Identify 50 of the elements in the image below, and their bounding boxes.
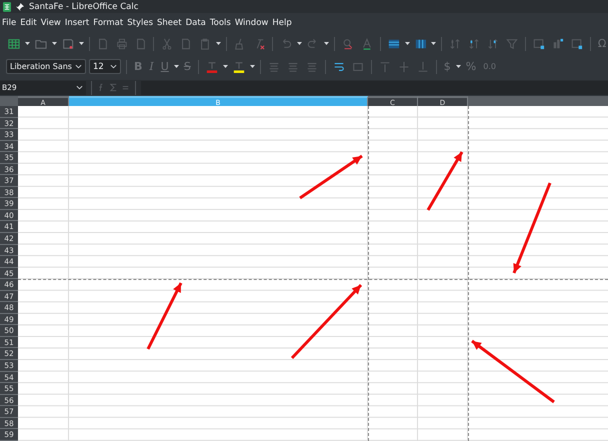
caret-icon[interactable] xyxy=(222,65,228,68)
image-icon[interactable] xyxy=(533,38,546,50)
letter-icon[interactable] xyxy=(360,38,373,50)
sortdown-icon[interactable] xyxy=(487,38,500,50)
caret-icon[interactable] xyxy=(296,42,302,45)
highlight-icon[interactable] xyxy=(232,60,245,72)
fontcolor-icon[interactable] xyxy=(206,60,218,72)
caret-icon[interactable] xyxy=(431,42,436,45)
chevron-icon[interactable] xyxy=(75,64,82,69)
menu-item[interactable]: Edit xyxy=(19,18,40,28)
font-name-field[interactable]: Liberation Sans xyxy=(6,59,86,74)
chevron-icon[interactable] xyxy=(76,85,83,90)
cols-icon[interactable] xyxy=(414,38,426,50)
sortup-icon[interactable] xyxy=(468,38,480,50)
wrap-icon[interactable] xyxy=(332,60,345,72)
caret-icon[interactable] xyxy=(78,42,84,45)
equals-icon[interactable] xyxy=(121,83,130,92)
menu-item[interactable]: Window xyxy=(234,18,272,28)
folder-icon[interactable] xyxy=(34,38,47,50)
arrow xyxy=(146,282,182,350)
menu-item[interactable]: Help xyxy=(271,18,295,28)
window-title: SantaFe - LibreOffice Calc xyxy=(29,2,138,12)
menu-item[interactable]: Styles xyxy=(126,18,156,28)
spreadsheet-icon[interactable] xyxy=(8,38,20,50)
rows-icon[interactable] xyxy=(388,38,400,50)
magnifier-icon[interactable] xyxy=(342,38,354,50)
menu-item[interactable]: Tools xyxy=(208,18,234,28)
caret-icon[interactable] xyxy=(324,42,329,45)
caret-icon[interactable] xyxy=(52,42,57,45)
menu-item[interactable]: File xyxy=(1,18,20,28)
caret-icon[interactable] xyxy=(216,42,222,45)
sum-icon[interactable] xyxy=(109,83,118,92)
menu-item[interactable]: Format xyxy=(92,18,126,28)
arrow xyxy=(299,154,363,200)
caret-icon[interactable] xyxy=(24,42,30,45)
caret-icon[interactable] xyxy=(404,42,410,45)
font-size-field[interactable]: 12 xyxy=(89,59,121,74)
clipboard-icon[interactable] xyxy=(199,38,212,50)
arrow xyxy=(426,151,464,211)
chart-icon[interactable] xyxy=(552,38,564,50)
caret-icon[interactable] xyxy=(456,65,461,68)
menu-item[interactable]: Sheet xyxy=(156,18,185,28)
caret-icon[interactable] xyxy=(250,65,255,68)
spreadsheet-icon xyxy=(3,2,11,12)
caret-icon[interactable] xyxy=(174,65,179,68)
menu-item[interactable]: Insert xyxy=(64,18,92,28)
pin-icon[interactable] xyxy=(16,2,24,10)
menu-item[interactable]: Data xyxy=(184,18,209,28)
chevron-icon[interactable] xyxy=(110,64,117,69)
menu-item[interactable]: View xyxy=(40,18,64,28)
